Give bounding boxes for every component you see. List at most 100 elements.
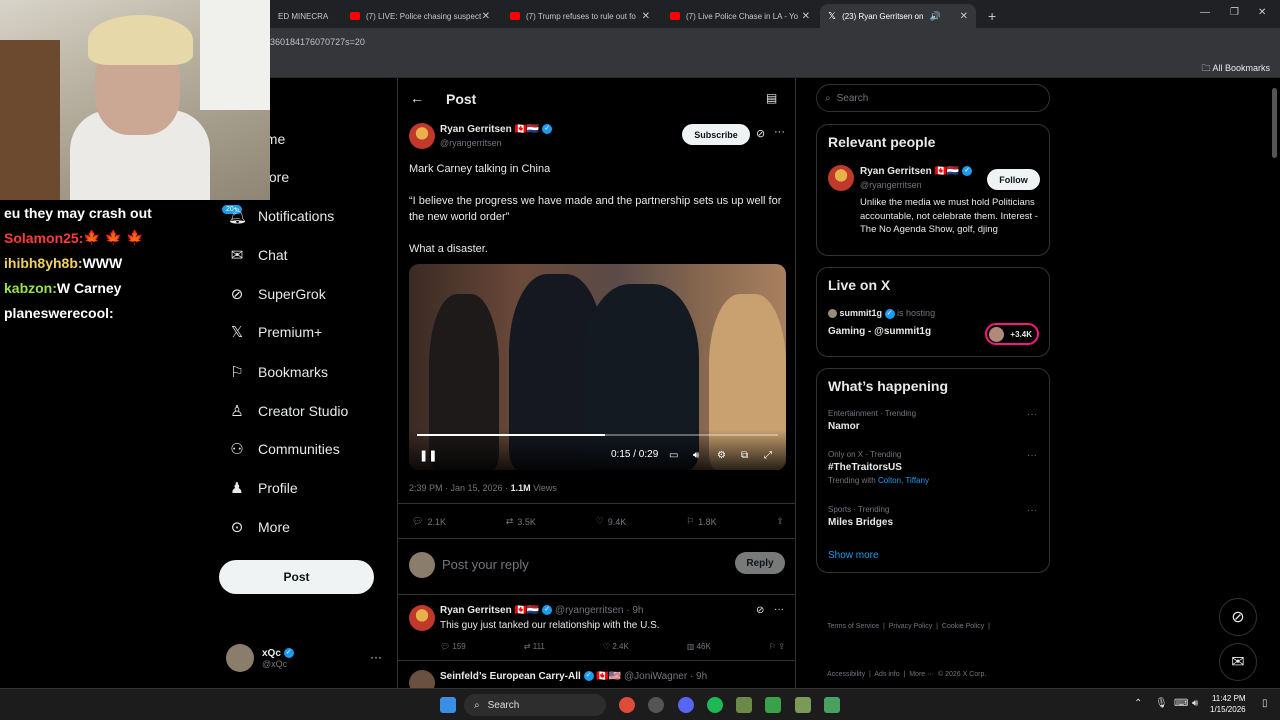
grok-float-icon[interactable]: ⊘	[1219, 598, 1257, 636]
nav-profile[interactable]: ♟ Profile	[228, 477, 297, 499]
pause-icon[interactable]: ❚❚	[419, 449, 437, 462]
like-action[interactable]: ♡ 9.4K	[596, 516, 627, 527]
reply-author-avatar[interactable]	[409, 670, 435, 688]
close-icon[interactable]: ✕	[642, 11, 650, 22]
bookmark-icon[interactable]: ⚐ ⇪	[769, 642, 785, 651]
person-name-row[interactable]: Ryan Gerritsen 🇨🇦🇳🇱 ✓	[860, 166, 973, 177]
bookmark-action[interactable]: ⚐ 1.8K	[686, 516, 717, 527]
tab-live-chase[interactable]: (7) Live Police Chase in LA - Yo ✕	[662, 4, 818, 28]
reply-action[interactable]: 💬︎ 159	[440, 642, 466, 651]
live-host-row[interactable]: summit1g ✓ is hosting	[828, 308, 935, 319]
grok-icon[interactable]: ⊘	[756, 127, 765, 140]
back-arrow-icon[interactable]: ←	[410, 90, 424, 106]
fullscreen-icon[interactable]: ⤢	[764, 450, 772, 461]
spotify-icon[interactable]	[707, 697, 723, 713]
footer-line[interactable]: Terms of Service | Privacy Policy | Cook…	[827, 619, 990, 635]
tab-police-chase[interactable]: (7) LIVE: Police chasing suspect ✕	[342, 4, 498, 28]
repost-action[interactable]: ⇄ 111	[524, 642, 545, 651]
search-input[interactable]: ⌕ Search	[816, 84, 1050, 112]
all-bookmarks[interactable]: 🗀 All Bookmarks	[1201, 61, 1270, 77]
obs-icon[interactable]	[648, 697, 664, 713]
more-dots-icon[interactable]: ···	[370, 650, 382, 664]
tray-chevron-icon[interactable]: ⌃	[1134, 698, 1142, 709]
scrollbar[interactable]	[1272, 88, 1277, 158]
live-listeners[interactable]: +3.4K	[985, 323, 1039, 345]
author-avatar[interactable]	[409, 123, 435, 149]
video-progress-track[interactable]	[417, 434, 778, 436]
footer-line[interactable]: Accessibility | Ads info | More ··· © 20…	[827, 667, 990, 683]
messages-float-icon[interactable]: ✉	[1219, 643, 1257, 681]
restore-icon[interactable]: ❐	[1230, 7, 1239, 18]
settings-icon[interactable]: ⚙	[717, 450, 726, 461]
more-dots-icon[interactable]: ···	[1027, 409, 1037, 420]
nav-premium[interactable]: 𝕏 Premium+	[228, 321, 322, 343]
more-dots-icon[interactable]: ···	[1027, 505, 1037, 516]
reader-icon[interactable]: ▤	[766, 91, 777, 105]
close-icon[interactable]: ✕	[960, 11, 968, 22]
close-icon[interactable]: ✕	[802, 11, 810, 22]
subscribe-button[interactable]: Subscribe	[682, 124, 750, 145]
captions-icon[interactable]: ▭	[669, 450, 678, 461]
close-icon[interactable]: ✕	[482, 11, 490, 22]
nav-communities[interactable]: ⚇ Communities	[228, 438, 339, 460]
minecraft-icon[interactable]	[736, 697, 752, 713]
live-title[interactable]: Gaming - @summit1g	[828, 326, 931, 337]
minimize-icon[interactable]: —	[1200, 7, 1210, 18]
notification-center-icon[interactable]: ▯	[1262, 698, 1268, 709]
grok-icon[interactable]: ⊘	[756, 605, 764, 616]
video-player[interactable]: ❚❚ 0:15 / 0:29 ▭ 🔊︎ ⚙ ⧉ ⤢	[409, 264, 786, 470]
reply-author-name[interactable]: Seinfeld’s European Carry-All	[440, 671, 581, 682]
trend-item[interactable]: Entertainment · Trending Namor	[828, 409, 916, 432]
new-tab-button[interactable]: +	[980, 4, 1004, 28]
reply-author-name[interactable]: Ryan Gerritsen	[440, 605, 512, 616]
launcher-icon[interactable]	[765, 697, 781, 713]
url-text[interactable]: 360184176070727s=20	[270, 37, 365, 47]
more-dots-icon[interactable]: ···	[774, 604, 784, 615]
follow-button[interactable]: Follow	[987, 169, 1040, 190]
trend-item[interactable]: Only on X · Trending #TheTraitorsUS Tren…	[828, 450, 929, 485]
network-icon[interactable]: ⌨	[1174, 698, 1188, 709]
nav-bookmarks[interactable]: ⚐ Bookmarks	[228, 361, 328, 383]
taskbar-search[interactable]: ⌕ Search	[464, 694, 606, 716]
post-button[interactable]: Post	[219, 560, 374, 594]
footer-links[interactable]: Terms of Service | Privacy Policy | Cook…	[827, 587, 990, 688]
reply-action[interactable]: 💬︎ 2.1K	[412, 516, 446, 527]
tab-ryan-gerritsen[interactable]: 𝕏 (23) Ryan Gerritsen on 🔊 ✕	[820, 4, 976, 28]
repost-action[interactable]: ⇄ 3.5K	[506, 516, 536, 527]
show-more-link[interactable]: Show more	[828, 550, 879, 561]
nav-more[interactable]: ⊙ More	[228, 516, 290, 538]
author-handle[interactable]: @ryangerritsen	[440, 138, 502, 148]
pip-icon[interactable]: ⧉	[741, 450, 748, 461]
views-action[interactable]: ▥ 46K	[687, 642, 711, 651]
trending-with-names[interactable]: Colton, Tiffany	[878, 476, 929, 485]
reply-button[interactable]: Reply	[735, 552, 785, 574]
share-icon[interactable]: ⇪	[776, 516, 784, 527]
post-timestamp[interactable]: 2:39 PM · Jan 15, 2026 ·	[409, 483, 511, 493]
more-dots-icon[interactable]: ···	[774, 126, 785, 138]
nav-chat[interactable]: ✉ Chat	[228, 244, 288, 266]
nav-creator-studio[interactable]: ♙ Creator Studio	[228, 400, 348, 422]
account-switcher[interactable]: xQc ✓ @xQc ···	[226, 644, 382, 672]
discord-icon[interactable]	[678, 697, 694, 713]
app-icon[interactable]	[824, 697, 840, 713]
nav-notifications[interactable]: 🔔︎ Notifications	[228, 205, 334, 227]
reply-input[interactable]: Post your reply	[442, 557, 529, 572]
close-window-icon[interactable]: ✕	[1258, 7, 1266, 18]
volume-icon[interactable]: 🔊︎	[693, 450, 699, 461]
microphone-icon[interactable]: 🎙︎	[1155, 698, 1168, 709]
volume-icon[interactable]: 🔊︎	[1192, 698, 1198, 709]
trend-item[interactable]: Sports · Trending Miles Bridges	[828, 505, 893, 528]
tab-trump[interactable]: (7) Trump refuses to rule out fo ✕	[502, 4, 658, 28]
speaker-icon[interactable]: 🔊	[929, 11, 940, 22]
windows-start-icon[interactable]	[440, 697, 456, 713]
more-dots-icon[interactable]: ···	[1027, 450, 1037, 461]
reply-author-avatar[interactable]	[409, 605, 435, 631]
nav-supergrok[interactable]: ⊘ SuperGrok	[228, 283, 326, 305]
chrome-icon[interactable]	[619, 697, 635, 713]
author-name-row[interactable]: Ryan Gerritsen 🇨🇦🇳🇱 ✓	[440, 124, 553, 135]
app-icon[interactable]	[795, 697, 811, 713]
tab-minecraft[interactable]: ED MINECRA	[270, 4, 340, 28]
taskbar-clock[interactable]: 11:42 PM 1/15/2026	[1210, 693, 1246, 715]
like-action[interactable]: ♡ 2.4K	[603, 642, 629, 651]
person-avatar[interactable]	[828, 165, 854, 191]
